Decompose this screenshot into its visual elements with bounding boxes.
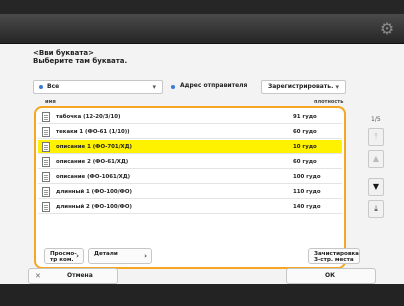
file-name: описание (ФО-1061/ХД) <box>56 174 131 180</box>
document-icon <box>42 157 50 167</box>
file-size: 10 гудо <box>293 144 317 150</box>
preview-label: Просмо- тр ком. <box>50 251 77 263</box>
ok-button[interactable]: ОК <box>286 268 376 284</box>
details-button[interactable]: Детали › <box>88 248 152 264</box>
list-item[interactable]: длинный 1 (ФО-100/ФО) 110 гудо <box>38 185 342 199</box>
filter-dot-icon <box>39 85 43 89</box>
file-name: табочка (12-20/3/10) <box>56 114 121 120</box>
column-header-name: имя <box>45 99 56 105</box>
list-item[interactable]: описание 1 (ФО-701/ХД) 10 гудо <box>38 140 342 154</box>
scroll-down-button[interactable]: ▼ <box>368 178 384 196</box>
cancel-label: Отмена <box>67 272 93 279</box>
file-size: 60 гудо <box>293 129 317 135</box>
document-icon <box>42 187 50 197</box>
page-indicator: 1/5 <box>371 116 381 123</box>
register-label: Зачистировка З-стр. места <box>314 251 359 263</box>
triangle-up-icon: ▲ <box>372 154 380 163</box>
scroll-bottom-icon: ⤓ <box>374 204 378 213</box>
list-item[interactable]: табочка (12-20/3/10) 91 гудо <box>38 110 342 124</box>
preview-button[interactable]: Просмо- тр ком. › <box>44 248 84 264</box>
gear-icon[interactable]: ⚙ <box>378 20 396 38</box>
filter-right-label: Адрес отправителя <box>180 82 248 89</box>
list-item[interactable]: описание (ФО-1061/ХД) 100 гудо <box>38 170 342 184</box>
bottom-bar <box>0 284 404 306</box>
chevron-right-icon: › <box>76 252 79 260</box>
document-icon <box>42 172 50 182</box>
list-item[interactable]: описание 2 (ФО-61/ХД) 60 гудо <box>38 155 342 169</box>
file-size: 110 гудо <box>293 189 321 195</box>
file-name: описание 2 (ФО-61/ХД) <box>56 159 129 165</box>
document-icon <box>42 127 50 137</box>
document-icon <box>42 142 50 152</box>
details-label: Детали <box>94 251 118 257</box>
scroll-bottom-button[interactable]: ⤓ <box>368 200 384 218</box>
register-button[interactable]: Зачистировка З-стр. места <box>308 248 360 264</box>
close-icon: ✕ <box>35 272 41 280</box>
file-size: 100 гудо <box>293 174 321 180</box>
page-title-line1: <Вви буквата> <box>33 49 94 57</box>
scroll-top-icon: ⤒ <box>374 132 378 141</box>
file-name: длинный 1 (ФО-100/ФО) <box>56 189 132 195</box>
scroll-up-button[interactable]: ▲ <box>368 150 384 168</box>
chevron-right-icon: › <box>144 252 147 260</box>
chevron-down-icon: ▾ <box>152 83 156 91</box>
document-icon <box>42 112 50 122</box>
page-title: <Вви буквата> Выберите там буквата. <box>33 49 127 65</box>
column-header-size: плотность <box>314 99 344 105</box>
triangle-down-icon: ▼ <box>372 182 380 191</box>
file-name: описание 1 (ФО-701/ХД) <box>56 144 132 150</box>
filter-right-value: Зарегистрировать. <box>268 83 334 90</box>
bullet-icon <box>171 85 175 89</box>
header-bar: ⚙ <box>0 14 404 44</box>
chevron-down-icon: ▾ <box>335 83 339 91</box>
file-size: 60 гудо <box>293 159 317 165</box>
cancel-button[interactable]: ✕ Отмена <box>28 268 118 284</box>
list-item[interactable]: длинный 2 (ФО-100/ФО) 140 гудо <box>38 200 342 214</box>
status-bar <box>0 0 404 14</box>
ok-label: ОК <box>325 272 336 279</box>
main-panel: <Вви буквата> Выберите там буквата. Все … <box>0 44 404 284</box>
list-item[interactable]: текаки 1 (ФО-61 (1/10)) 60 гудо <box>38 125 342 139</box>
file-name: длинный 2 (ФО-100/ФО) <box>56 204 132 210</box>
document-icon <box>42 202 50 212</box>
page-title-line2: Выберите там буквата. <box>33 57 128 65</box>
filter-right-dropdown[interactable]: Зарегистрировать. ▾ <box>261 80 346 94</box>
scroll-top-button[interactable]: ⤒ <box>368 128 384 146</box>
filter-left-value: Все <box>47 83 60 90</box>
filter-left-dropdown[interactable]: Все ▾ <box>33 80 163 94</box>
file-size: 91 гудо <box>293 114 317 120</box>
file-list: табочка (12-20/3/10) 91 гудо текаки 1 (Ф… <box>34 106 346 269</box>
file-name: текаки 1 (ФО-61 (1/10)) <box>56 129 130 135</box>
file-size: 140 гудо <box>293 204 321 210</box>
